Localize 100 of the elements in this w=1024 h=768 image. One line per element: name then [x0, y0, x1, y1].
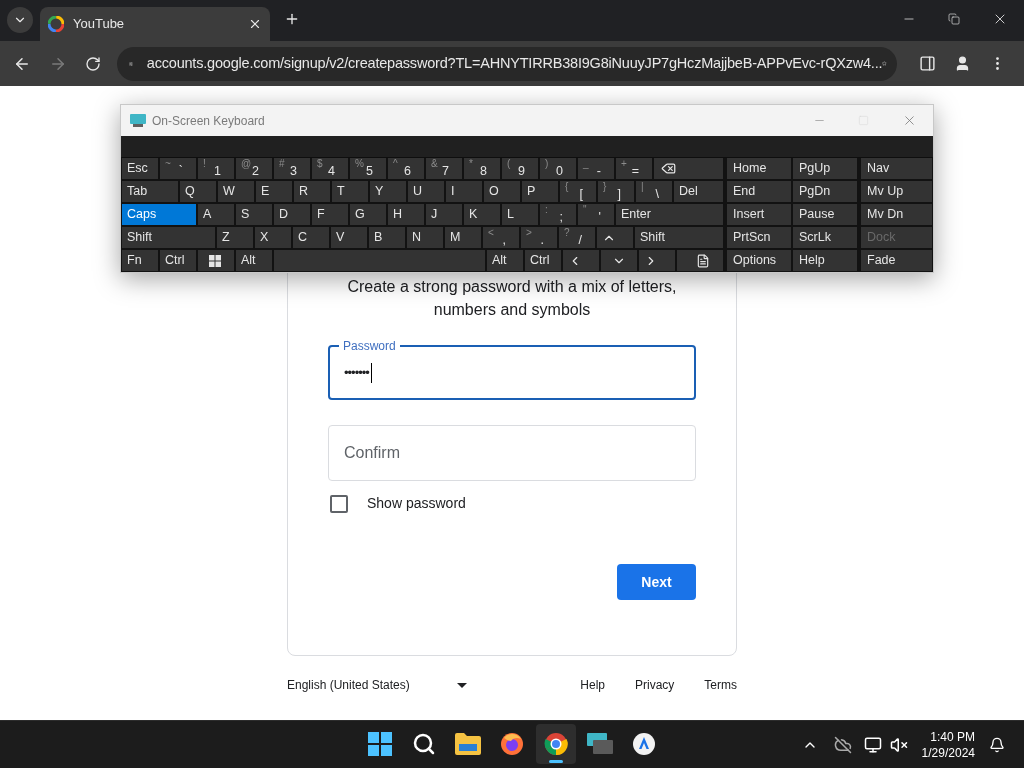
new-tab-icon[interactable] — [284, 11, 300, 27]
key[interactable]: $ 4 — [312, 158, 348, 179]
key[interactable]: " ' — [578, 204, 614, 225]
key[interactable]: + = — [616, 158, 652, 179]
key[interactable]: U — [408, 181, 444, 202]
notification-bell-icon[interactable] — [989, 736, 1005, 753]
key[interactable]: Z — [217, 227, 253, 248]
key[interactable]: Tab — [122, 181, 178, 202]
show-password-checkbox[interactable] — [330, 494, 348, 513]
key[interactable]: B — [369, 227, 405, 248]
key[interactable]: Shift — [635, 227, 723, 248]
key[interactable]: Nav — [861, 158, 932, 179]
browser-tab[interactable]: YouTube — [40, 7, 270, 41]
key[interactable]: & 7 — [426, 158, 462, 179]
windows-key[interactable] — [198, 250, 234, 271]
key[interactable]: Caps — [122, 204, 196, 225]
key[interactable]: > . — [521, 227, 557, 248]
key[interactable]: Fn — [122, 250, 158, 271]
clock[interactable]: 1:40 PM 1/29/2024 — [921, 728, 975, 761]
key[interactable]: C — [293, 227, 329, 248]
backspace-key[interactable] — [654, 158, 723, 179]
key[interactable]: ! 1 — [198, 158, 234, 179]
menu-key[interactable] — [677, 250, 723, 271]
restore-icon[interactable] — [948, 13, 960, 25]
key[interactable]: V — [331, 227, 367, 248]
key[interactable]: ( 9 — [502, 158, 538, 179]
key[interactable]: L — [502, 204, 538, 225]
key[interactable]: Esc — [122, 158, 158, 179]
key[interactable]: # 3 — [274, 158, 310, 179]
key[interactable]: P — [522, 181, 558, 202]
key[interactable]: _ - — [578, 158, 614, 179]
key[interactable]: Ctrl — [525, 250, 561, 271]
key[interactable]: : ; — [540, 204, 576, 225]
key[interactable]: Options — [727, 250, 791, 271]
key[interactable]: H — [388, 204, 424, 225]
key[interactable]: Enter — [616, 204, 723, 225]
key[interactable]: K — [464, 204, 500, 225]
key[interactable]: % 5 — [350, 158, 386, 179]
key[interactable]: < , — [483, 227, 519, 248]
key[interactable]: E — [256, 181, 292, 202]
key[interactable]: D — [274, 204, 310, 225]
key[interactable]: W — [218, 181, 254, 202]
key[interactable]: ? / — [559, 227, 595, 248]
confirm-field[interactable]: Confirm — [328, 425, 696, 481]
key[interactable]: Alt — [487, 250, 523, 271]
key[interactable]: ) 0 — [540, 158, 576, 179]
key[interactable]: PgUp — [793, 158, 857, 179]
key[interactable]: @2 — [236, 158, 272, 179]
key[interactable]: { [ — [560, 181, 596, 202]
key[interactable]: Mv Dn — [861, 204, 932, 225]
key[interactable]: F — [312, 204, 348, 225]
key[interactable]: A — [198, 204, 234, 225]
key[interactable]: R — [294, 181, 330, 202]
key[interactable]: Del — [674, 181, 723, 202]
tab-list-button[interactable] — [7, 7, 33, 33]
footer-link[interactable]: Terms — [704, 676, 737, 694]
key[interactable]: X — [255, 227, 291, 248]
key[interactable]: End — [727, 181, 791, 202]
key[interactable]: Help — [793, 250, 857, 271]
key[interactable]: Fade — [861, 250, 932, 271]
profile-icon[interactable] — [954, 55, 971, 72]
key[interactable]: ScrLk — [793, 227, 857, 248]
key[interactable]: Insert — [727, 204, 791, 225]
key[interactable]: Ctrl — [160, 250, 196, 271]
key[interactable]: I — [446, 181, 482, 202]
key[interactable]: Pause — [793, 204, 857, 225]
key[interactable]: M — [445, 227, 481, 248]
next-button[interactable]: Next — [617, 564, 696, 600]
volume-muted-icon[interactable] — [889, 735, 908, 754]
key[interactable]: N — [407, 227, 443, 248]
key[interactable]: Alt — [236, 250, 272, 271]
language-selector[interactable]: English (United States) — [287, 676, 467, 694]
key[interactable]: T — [332, 181, 368, 202]
key[interactable]: PgDn — [793, 181, 857, 202]
subtitle: Create a strong password with a mix of letters, numbers and symbols — [346, 277, 678, 320]
footer-link[interactable]: Help — [580, 676, 605, 694]
close-tab-icon[interactable] — [248, 17, 262, 31]
key[interactable]: ~ ` — [160, 158, 196, 179]
key[interactable]: } ] — [598, 181, 634, 202]
taskbar-app-button[interactable] — [536, 724, 576, 764]
network-icon[interactable] — [863, 735, 882, 754]
side-panel-icon[interactable] — [919, 55, 936, 72]
key[interactable]: Home — [727, 158, 791, 179]
footer-link[interactable]: Privacy — [635, 676, 675, 694]
address-bar[interactable]: accounts.google.com/signup/v2/createpassword?TL=AHNYTIRRB38I9G8iNuuyJP7gHczMajjbeB-APPvEvc-rQXzw4... — [117, 46, 897, 81]
key[interactable]: * 8 — [464, 158, 500, 179]
key[interactable]: | \ — [636, 181, 672, 202]
key[interactable]: G — [350, 204, 386, 225]
key[interactable]: J — [426, 204, 462, 225]
key[interactable]: Mv Up — [861, 181, 932, 202]
key[interactable]: Q — [180, 181, 216, 202]
reload-icon[interactable] — [85, 55, 101, 72]
password-value: ••••••• — [344, 363, 369, 382]
key[interactable]: Y — [370, 181, 406, 202]
key[interactable]: S — [236, 204, 272, 225]
key[interactable]: ^ 6 — [388, 158, 424, 179]
key[interactable]: PrtScn — [727, 227, 791, 248]
cloud-off-icon[interactable] — [833, 735, 852, 754]
key[interactable]: Shift — [122, 227, 215, 248]
key[interactable]: O — [484, 181, 520, 202]
